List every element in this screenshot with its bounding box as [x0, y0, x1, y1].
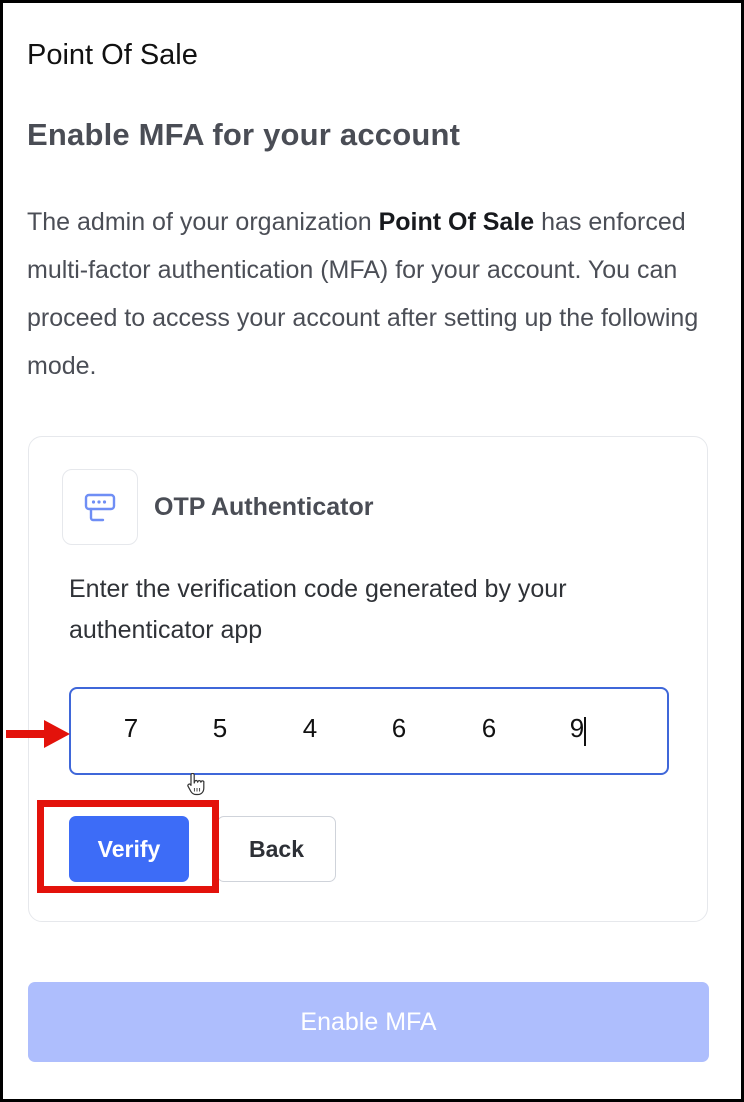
hand-pointer-icon — [187, 773, 205, 796]
otp-code-input[interactable]: 7 5 4 6 6 9 — [69, 687, 669, 775]
otp-authenticator-icon — [62, 469, 138, 545]
otp-instruction: Enter the verification code generated by… — [69, 575, 567, 644]
otp-authenticator-glyph — [84, 493, 116, 522]
method-title: OTP Authenticator — [154, 493, 374, 521]
app-name: Point Of Sale — [27, 39, 198, 71]
otp-digit-4[interactable]: 6 — [384, 713, 414, 744]
organization-name: Point Of Sale — [378, 208, 535, 236]
mfa-setup-screen: Point Of Sale Enable MFA for your accoun… — [0, 0, 744, 1102]
enable-mfa-button[interactable]: Enable MFA — [28, 982, 709, 1062]
page-title: Enable MFA for your account — [27, 117, 461, 152]
intro-text: The admin of your organization Point Of … — [27, 198, 707, 390]
otp-digit-6[interactable]: 9 — [562, 713, 592, 744]
intro-text-start: The admin of your organization — [27, 208, 379, 236]
arrow-right-icon — [6, 720, 70, 748]
back-button[interactable]: Back — [217, 816, 336, 882]
text-caret — [584, 717, 586, 746]
verify-highlight-box — [37, 800, 219, 893]
otp-digit-5[interactable]: 6 — [474, 713, 504, 744]
otp-digit-1[interactable]: 7 — [116, 713, 146, 744]
otp-digit-3[interactable]: 4 — [295, 713, 325, 744]
otp-digit-2[interactable]: 5 — [205, 713, 235, 744]
